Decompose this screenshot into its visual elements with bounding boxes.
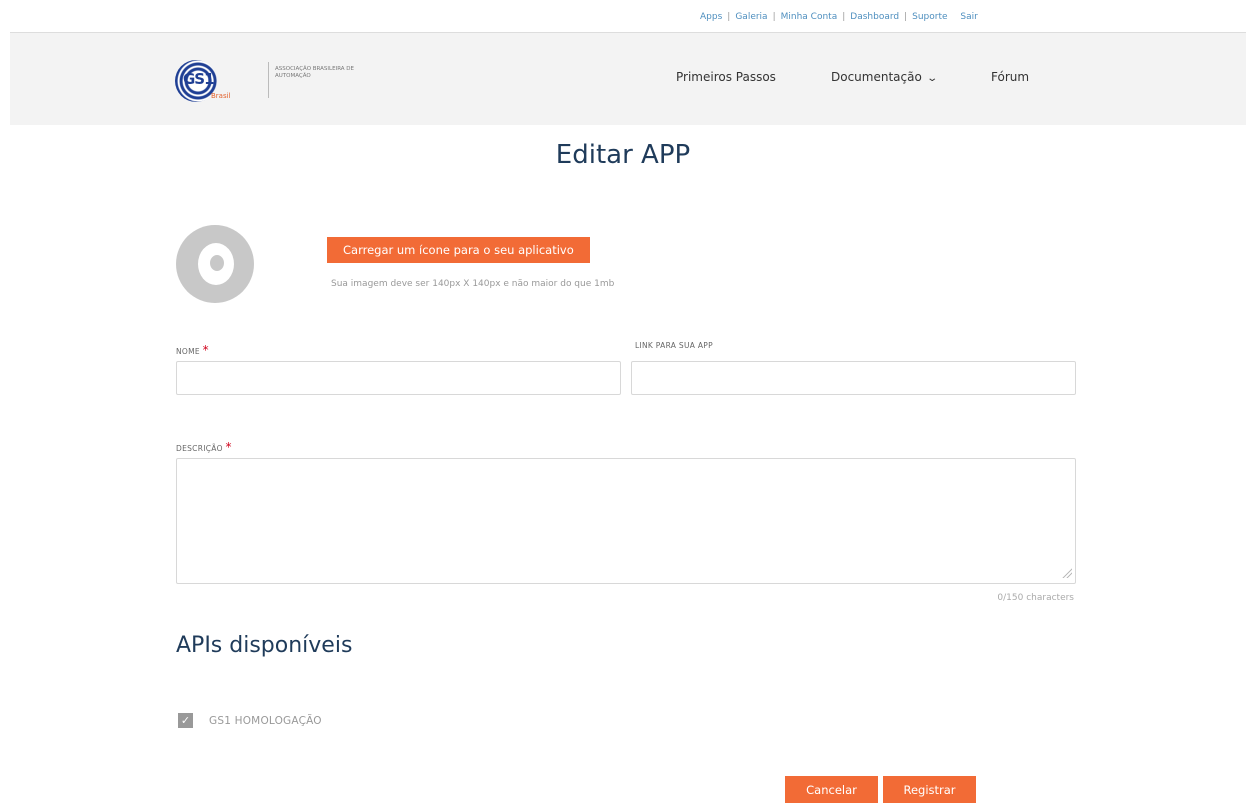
page-title: Editar APP (555, 140, 691, 170)
cancel-button[interactable]: Cancelar (785, 776, 878, 803)
nav-primeiros-passos[interactable]: Primeiros Passos (676, 70, 776, 84)
descricao-label-text: DESCRIÇÃO (176, 444, 223, 453)
separator (953, 12, 956, 22)
upload-icon-button[interactable]: Carregar um ícone para o seu aplicativo (327, 237, 590, 263)
link-input[interactable] (631, 361, 1076, 395)
logo-association: ASSOCIAÇÃO BRASILEIRA DE AUTOMAÇÃO (275, 66, 355, 79)
top-link-sair[interactable]: Sair (960, 12, 977, 22)
api-checkbox-gs1-homologacao[interactable]: ✓ (178, 713, 193, 728)
site-header: GS1 Brasil ASSOCIAÇÃO BRASILEIRA DE AUTO… (10, 32, 1246, 125)
top-link-apps[interactable]: Apps (700, 12, 722, 22)
link-label: LINK PARA SUA APP (635, 341, 713, 350)
nome-label: NOME * (176, 343, 209, 357)
logo-text: GS1 (183, 70, 215, 88)
required-mark: * (225, 440, 232, 454)
logo-country: Brasil (211, 92, 231, 100)
character-count: 0/150 characters (997, 593, 1074, 603)
separator: | (772, 12, 776, 22)
app-icon-shape (198, 243, 234, 285)
top-link-galeria[interactable]: Galeria (735, 12, 767, 22)
separator: | (904, 12, 908, 22)
nav-forum[interactable]: Fórum (991, 70, 1029, 84)
app-placeholder-icon (176, 225, 254, 303)
upload-hint: Sua imagem deve ser 140px X 140px e não … (331, 279, 615, 289)
checkmark-icon: ✓ (180, 714, 191, 727)
apis-heading: APIs disponíveis (176, 633, 353, 658)
api-label-gs1-homologacao[interactable]: GS1 HOMOLOGAÇÃO (209, 715, 322, 727)
descricao-textarea[interactable] (176, 458, 1076, 584)
gs1-logo[interactable]: GS1 Brasil ASSOCIAÇÃO BRASILEIRA DE AUTO… (175, 58, 375, 106)
required-mark: * (202, 343, 209, 357)
separator: | (842, 12, 846, 22)
top-links: Apps | Galeria | Minha Conta | Dashboard | Supor… (700, 12, 978, 22)
nav-documentacao[interactable]: Documentação ⌄ (831, 70, 938, 84)
chevron-down-icon: ⌄ (926, 73, 938, 84)
nome-input[interactable] (176, 361, 621, 395)
top-link-suporte[interactable]: Suporte (912, 12, 947, 22)
nome-label-text: NOME (176, 347, 200, 356)
logo-divider (268, 62, 269, 98)
separator: | (727, 12, 731, 22)
top-link-minha-conta[interactable]: Minha Conta (781, 12, 838, 22)
top-link-dashboard[interactable]: Dashboard (850, 12, 899, 22)
app-icon-dot (210, 255, 224, 271)
register-button[interactable]: Registrar (883, 776, 976, 803)
resize-grip-icon[interactable] (1062, 568, 1072, 578)
descricao-label: DESCRIÇÃO * (176, 440, 232, 454)
nav-documentacao-label: Documentação (831, 70, 922, 84)
